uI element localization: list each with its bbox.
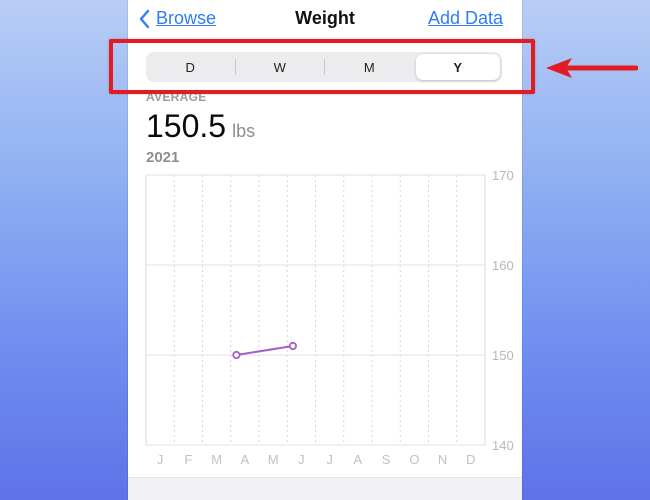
add-data-button[interactable]: Add Data [428, 8, 503, 29]
back-button[interactable]: Browse [138, 8, 216, 29]
chart-data-point [232, 350, 241, 360]
chart-x-tick-label: F [184, 452, 192, 467]
chart-x-tick-label: A [354, 452, 363, 467]
chart-y-tick-label: 170 [492, 168, 514, 183]
chevron-left-icon [139, 9, 150, 28]
arrow-annotation [546, 58, 638, 78]
chart-y-tick-label: 140 [492, 438, 514, 453]
chart-x-tick-label: J [298, 452, 305, 467]
chart-x-tick-label: M [211, 452, 222, 467]
chart-x-tick-label: S [382, 452, 391, 467]
chart-data-point [288, 341, 297, 351]
highlight-box-annotation [109, 39, 535, 94]
chart-x-tick-label: D [466, 452, 475, 467]
chart-x-tick-label: J [326, 452, 333, 467]
average-unit: lbs [232, 121, 256, 141]
chart-x-tick-label: N [438, 452, 447, 467]
chart-x-tick-label: M [268, 452, 279, 467]
chart-y-tick-label: 160 [492, 258, 514, 273]
chart-x-tick-label: J [157, 452, 164, 467]
chart-x-tick-label: A [241, 452, 250, 467]
weight-chart[interactable]: 170 160 150 140 J F M A M J J A S O N D [128, 165, 522, 470]
average-value: 150.5 lbs [146, 108, 255, 145]
chart-series-line [236, 345, 294, 356]
navigation-bar: Browse Weight Add Data [128, 0, 522, 38]
chart-y-tick-label: 150 [492, 348, 514, 363]
period-label: 2021 [146, 149, 180, 166]
back-button-label: Browse [156, 8, 217, 28]
bottom-bar [128, 477, 522, 500]
chart-x-tick-label: O [409, 452, 419, 467]
average-number: 150.5 [146, 108, 227, 144]
